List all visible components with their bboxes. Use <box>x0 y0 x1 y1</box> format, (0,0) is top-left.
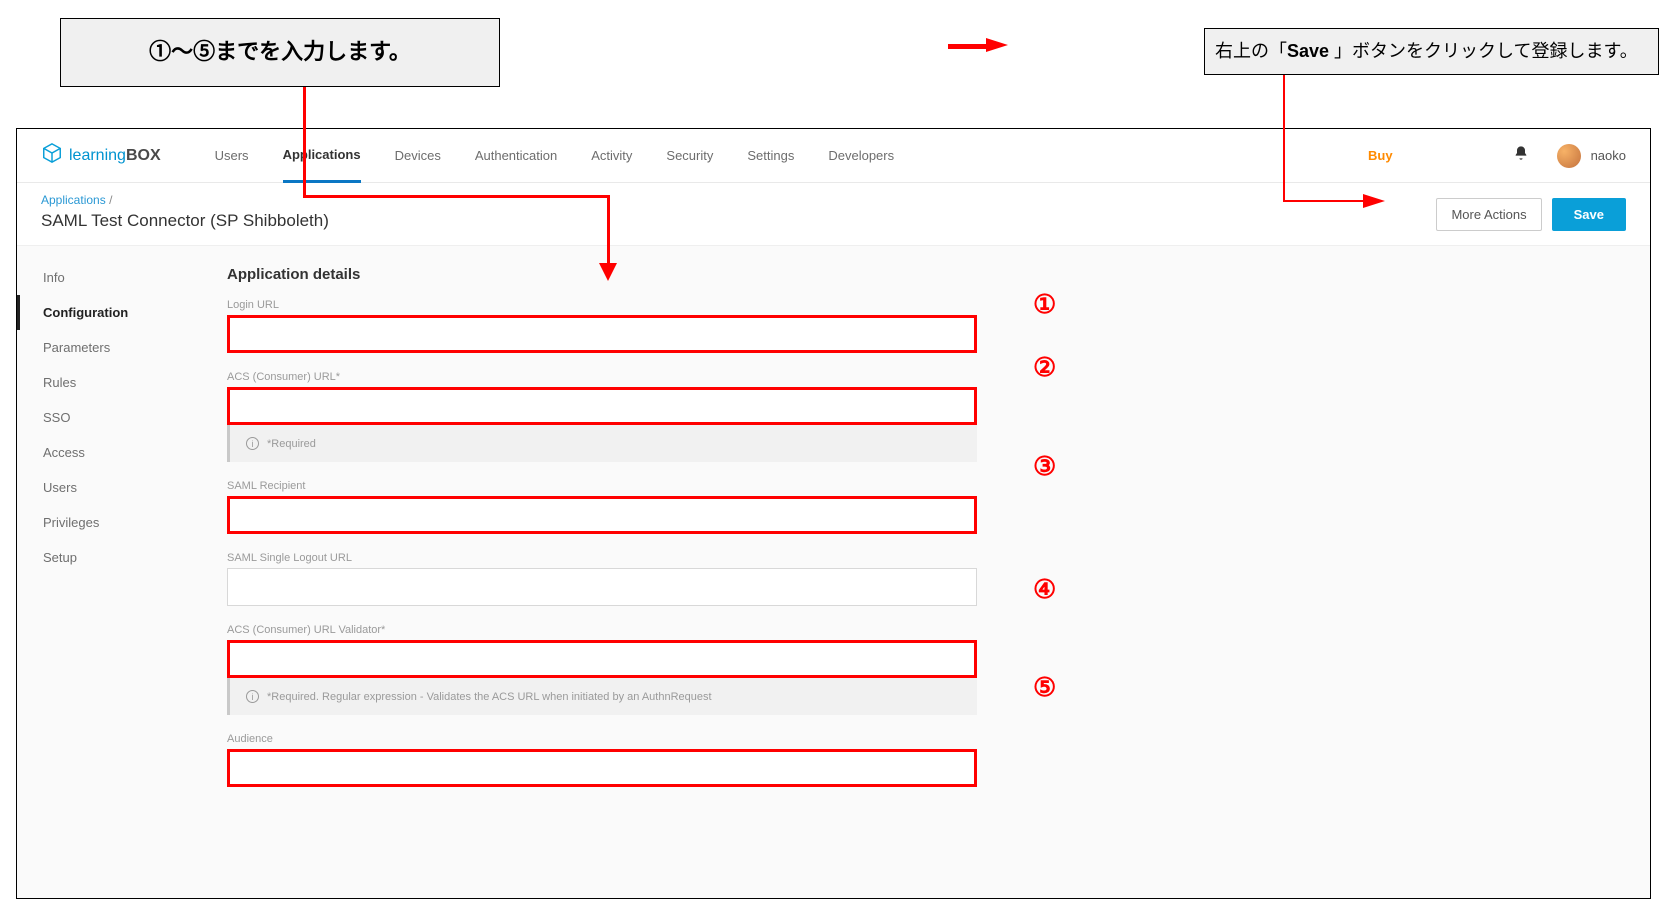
hint-acs-validator: i *Required. Regular expression - Valida… <box>227 678 977 715</box>
title-bar: Applications / SAML Test Connector (SP S… <box>17 183 1650 246</box>
brand-name: learningBOX <box>69 147 161 165</box>
callout-left-text: ①〜⑤までを入力します。 <box>149 39 411 64</box>
buy-link[interactable]: Buy <box>1368 148 1393 163</box>
arrow-segment <box>948 44 988 49</box>
sidenav-rules[interactable]: Rules <box>17 365 217 400</box>
more-actions-button[interactable]: More Actions <box>1436 198 1541 231</box>
input-slo-url[interactable] <box>227 568 977 606</box>
page-title: SAML Test Connector (SP Shibboleth) <box>41 211 329 231</box>
arrow-segment <box>1283 60 1285 202</box>
brand-suffix: BOX <box>126 147 161 164</box>
arrow-head-right <box>1363 194 1385 208</box>
callout-right-bold: Save <box>1287 41 1334 61</box>
top-nav: learningBOX Users Applications Devices A… <box>17 129 1650 183</box>
num-badge-2: ② <box>1033 352 1056 383</box>
arrow-head-down <box>599 263 617 281</box>
arrow-segment <box>303 84 306 196</box>
callout-click-save: 右上の「Save 」ボタンをクリックして登録します。 <box>1204 28 1659 75</box>
avatar-icon <box>1557 144 1581 168</box>
field-saml-recipient: SAML Recipient <box>227 480 1570 534</box>
input-acs-validator[interactable] <box>227 640 977 678</box>
sidenav-sso[interactable]: SSO <box>17 400 217 435</box>
sidenav-users[interactable]: Users <box>17 470 217 505</box>
nav-users[interactable]: Users <box>215 130 249 181</box>
content: Application details Login URL ACS (Consu… <box>217 246 1650 899</box>
label-login-url: Login URL <box>227 299 1570 311</box>
hint-acs-text: *Required <box>267 438 316 450</box>
arrow-segment <box>607 195 610 265</box>
breadcrumb-parent[interactable]: Applications <box>41 193 106 207</box>
callout-right-suffix: 」ボタンをクリックして登録します。 <box>1334 41 1638 61</box>
nav-developers[interactable]: Developers <box>828 130 894 181</box>
field-acs-url: ACS (Consumer) URL* <box>227 371 1570 425</box>
num-badge-3: ③ <box>1033 451 1056 482</box>
nav-authentication[interactable]: Authentication <box>475 130 557 181</box>
arrow-segment <box>303 195 610 198</box>
nav-devices[interactable]: Devices <box>395 130 441 181</box>
label-acs-validator: ACS (Consumer) URL Validator* <box>227 624 1570 636</box>
info-icon: i <box>246 437 259 450</box>
hint-acs-validator-text: *Required. Regular expression - Validate… <box>267 691 712 703</box>
sidenav-info[interactable]: Info <box>17 260 217 295</box>
label-saml-recipient: SAML Recipient <box>227 480 1570 492</box>
num-badge-1: ① <box>1033 289 1056 320</box>
save-button[interactable]: Save <box>1552 198 1626 231</box>
sidenav-access[interactable]: Access <box>17 435 217 470</box>
brand-logo[interactable]: learningBOX <box>41 142 161 169</box>
nav-items: Users Applications Devices Authenticatio… <box>215 129 895 183</box>
arrow-head-right <box>986 38 1008 52</box>
sidenav-setup[interactable]: Setup <box>17 540 217 575</box>
arrow-segment <box>1283 200 1365 202</box>
side-nav: Info Configuration Parameters Rules SSO … <box>17 246 217 899</box>
input-audience[interactable] <box>227 749 977 787</box>
nav-activity[interactable]: Activity <box>591 130 632 181</box>
callout-right-prefix: 右上の「 <box>1215 41 1287 61</box>
label-audience: Audience <box>227 733 1570 745</box>
input-login-url[interactable] <box>227 315 977 353</box>
sidenav-privileges[interactable]: Privileges <box>17 505 217 540</box>
cube-icon <box>41 142 63 169</box>
hint-acs-url: i *Required <box>227 425 977 462</box>
label-acs-url: ACS (Consumer) URL* <box>227 371 1570 383</box>
nav-applications[interactable]: Applications <box>283 129 361 183</box>
callout-enter-1-to-5: ①〜⑤までを入力します。 <box>60 18 500 87</box>
app-frame: learningBOX Users Applications Devices A… <box>16 128 1651 899</box>
num-badge-5: ⑤ <box>1033 672 1056 703</box>
field-slo-url: SAML Single Logout URL <box>227 552 1570 606</box>
section-heading: Application details <box>227 266 1570 283</box>
username: naoko <box>1591 148 1626 163</box>
breadcrumb-sep: / <box>109 193 112 207</box>
field-audience: Audience <box>227 733 1570 787</box>
input-saml-recipient[interactable] <box>227 496 977 534</box>
sidenav-parameters[interactable]: Parameters <box>17 330 217 365</box>
info-icon: i <box>246 690 259 703</box>
bell-icon[interactable] <box>1513 145 1529 166</box>
nav-settings[interactable]: Settings <box>747 130 794 181</box>
field-login-url: Login URL <box>227 299 1570 353</box>
field-acs-validator: ACS (Consumer) URL Validator* <box>227 624 1570 678</box>
num-badge-4: ④ <box>1033 574 1056 605</box>
brand-prefix: learning <box>69 147 126 164</box>
label-slo-url: SAML Single Logout URL <box>227 552 1570 564</box>
input-acs-url[interactable] <box>227 387 977 425</box>
nav-security[interactable]: Security <box>666 130 713 181</box>
user-menu[interactable]: naoko <box>1557 144 1626 168</box>
sidenav-configuration[interactable]: Configuration <box>17 295 217 330</box>
breadcrumb: Applications / <box>41 193 329 207</box>
